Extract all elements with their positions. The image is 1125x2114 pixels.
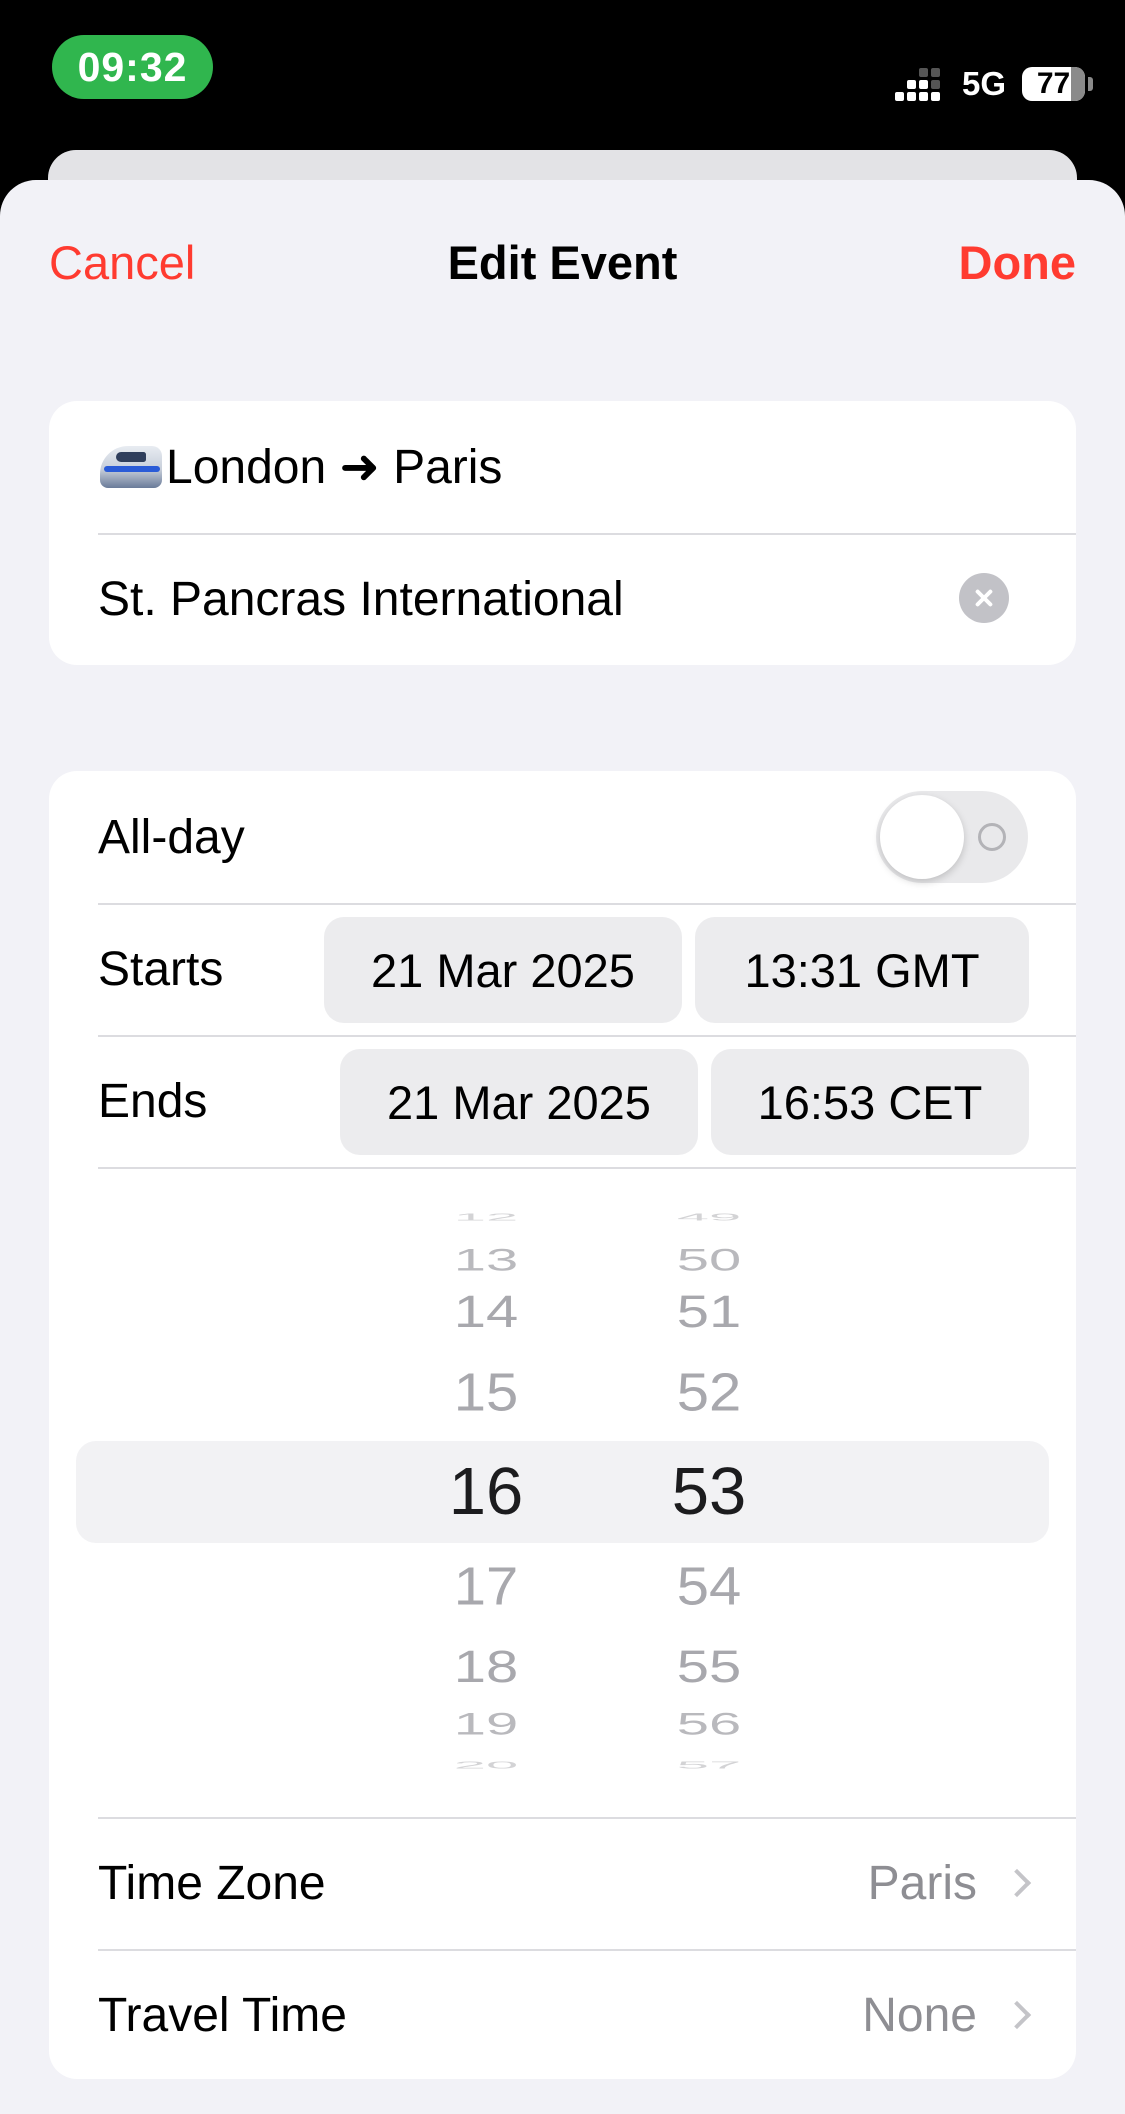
ends-time: 16:53 CET xyxy=(757,1075,983,1129)
ends-row: Ends 21 Mar 2025 16:53 CET xyxy=(49,1035,1076,1167)
starts-date-button[interactable]: 21 Mar 2025 xyxy=(324,917,682,1023)
time-picker: 12 13 14 15 16 17 18 19 20 49 50 51 52 53 54 55 56 57 xyxy=(49,1167,1076,1817)
starts-date: 21 Mar 2025 xyxy=(371,943,635,997)
picker-hour-option[interactable]: 19 xyxy=(416,1705,556,1743)
status-time: 09:32 xyxy=(77,43,188,90)
train-icon xyxy=(98,442,164,492)
picker-hour-option[interactable]: 16 xyxy=(416,1452,556,1532)
picker-minute-option[interactable]: 51 xyxy=(639,1285,779,1339)
status-time-pill[interactable]: 09:32 xyxy=(52,35,213,99)
ends-date: 21 Mar 2025 xyxy=(387,1075,651,1129)
battery-icon: 77 xyxy=(1022,67,1085,101)
picker-minute-option[interactable]: 54 xyxy=(639,1555,779,1619)
navigation-bar: Cancel Edit Event Done xyxy=(0,235,1125,315)
all-day-label: All-day xyxy=(98,810,245,864)
picker-minute-option[interactable]: 57 xyxy=(639,1759,779,1772)
travel-time-label: Travel Time xyxy=(98,1988,347,2042)
cellular-signal-icon xyxy=(894,67,940,101)
picker-hour-option[interactable]: 18 xyxy=(416,1640,556,1694)
clear-location-icon[interactable] xyxy=(959,573,1009,623)
picker-minute-option[interactable]: 50 xyxy=(639,1241,779,1279)
date-time-card: All-day Starts 21 Mar 2025 13:31 GMT End… xyxy=(49,771,1076,2079)
event-location: St. Pancras International xyxy=(98,572,624,626)
page-title: Edit Event xyxy=(447,236,678,289)
screen: 09:32 5G 77 Cancel Edit Event Done Londo… xyxy=(0,0,1125,2114)
location-field[interactable]: St. Pancras International xyxy=(49,533,1076,665)
edit-event-sheet: Cancel Edit Event Done London ➜ Paris St… xyxy=(0,180,1125,2114)
starts-label: Starts xyxy=(98,942,224,996)
picker-hour-option[interactable]: 12 xyxy=(416,1211,556,1224)
picker-minute-option[interactable]: 49 xyxy=(639,1211,779,1224)
picker-hour-option[interactable]: 17 xyxy=(416,1555,556,1619)
ends-time-button[interactable]: 16:53 CET xyxy=(711,1049,1029,1155)
status-indicators: 5G 77 xyxy=(894,62,1093,106)
picker-minute-option[interactable]: 55 xyxy=(639,1640,779,1694)
time-zone-label: Time Zone xyxy=(98,1856,326,1910)
toggle-off-indicator-icon xyxy=(978,823,1006,851)
all-day-row: All-day xyxy=(49,771,1076,903)
picker-hour-option[interactable]: 13 xyxy=(416,1241,556,1279)
chevron-right-icon xyxy=(1002,2000,1032,2030)
picker-minute-option[interactable]: 52 xyxy=(639,1361,779,1425)
title-location-card: London ➜ Paris St. Pancras International xyxy=(49,401,1076,665)
starts-time-button[interactable]: 13:31 GMT xyxy=(695,917,1029,1023)
chevron-right-icon xyxy=(1002,1868,1032,1898)
travel-time-row[interactable]: Travel Time None xyxy=(49,1949,1076,2079)
ends-date-button[interactable]: 21 Mar 2025 xyxy=(340,1049,698,1155)
time-zone-value: Paris xyxy=(867,1856,977,1910)
toggle-knob xyxy=(880,795,964,879)
starts-row: Starts 21 Mar 2025 13:31 GMT xyxy=(49,903,1076,1035)
all-day-toggle[interactable] xyxy=(876,791,1028,883)
picker-minute-option[interactable]: 56 xyxy=(639,1705,779,1743)
event-title: London ➜ Paris xyxy=(166,441,503,494)
title-field[interactable]: London ➜ Paris xyxy=(49,401,1076,533)
picker-hour-option[interactable]: 20 xyxy=(416,1759,556,1772)
picker-hour-option[interactable]: 15 xyxy=(416,1361,556,1425)
battery-level: 77 xyxy=(1036,67,1071,100)
done-button[interactable]: Done xyxy=(959,235,1077,290)
battery-tip xyxy=(1088,77,1093,91)
picker-selection-band xyxy=(76,1441,1049,1543)
picker-minute-option[interactable]: 53 xyxy=(639,1452,779,1532)
picker-hour-option[interactable]: 14 xyxy=(416,1285,556,1339)
ends-label: Ends xyxy=(98,1074,208,1128)
network-type: 5G xyxy=(961,65,1006,102)
travel-time-value: None xyxy=(862,1988,977,2042)
starts-time: 13:31 GMT xyxy=(744,943,980,997)
time-zone-row[interactable]: Time Zone Paris xyxy=(49,1817,1076,1949)
